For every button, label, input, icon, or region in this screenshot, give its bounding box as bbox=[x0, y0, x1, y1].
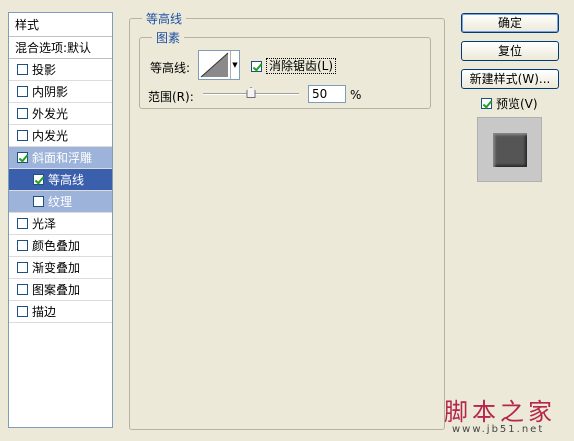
styles-list: 样式 混合选项:默认 投影 内阴影 外发光 内发光 斜面和浮雕 等高线 纹理 光… bbox=[8, 12, 113, 428]
style-item-inner-shadow[interactable]: 内阴影 bbox=[9, 81, 112, 103]
contour-checkbox[interactable] bbox=[33, 174, 44, 185]
style-item-texture[interactable]: 纹理 bbox=[9, 191, 112, 213]
style-item-label: 纹理 bbox=[48, 194, 73, 209]
style-item-stroke[interactable]: 描边 bbox=[9, 301, 112, 323]
outer-glow-checkbox[interactable] bbox=[17, 108, 28, 119]
style-item-label: 光泽 bbox=[32, 216, 57, 231]
antialias-label: 消除锯齿(L) bbox=[266, 58, 337, 74]
style-item-label: 渐变叠加 bbox=[32, 260, 81, 275]
style-item-label: 颜色叠加 bbox=[32, 238, 81, 253]
elements-group-title: 图素 bbox=[152, 29, 185, 46]
texture-checkbox[interactable] bbox=[33, 196, 44, 207]
range-slider[interactable] bbox=[203, 87, 299, 98]
style-item-label: 内发光 bbox=[32, 128, 69, 143]
style-item-label: 内阴影 bbox=[32, 84, 69, 99]
preview-option[interactable]: 预览(V) bbox=[481, 95, 538, 112]
pattern-overlay-checkbox[interactable] bbox=[17, 284, 28, 295]
style-item-pattern-overlay[interactable]: 图案叠加 bbox=[9, 279, 112, 301]
gradient-overlay-checkbox[interactable] bbox=[17, 262, 28, 273]
style-item-label: 斜面和浮雕 bbox=[32, 150, 93, 165]
contour-picker[interactable]: ▼ bbox=[198, 50, 240, 80]
preview-checkbox[interactable] bbox=[481, 98, 492, 109]
style-item-outer-glow[interactable]: 外发光 bbox=[9, 103, 112, 125]
inner-glow-checkbox[interactable] bbox=[17, 130, 28, 141]
inner-shadow-checkbox[interactable] bbox=[17, 86, 28, 97]
antialias-checkbox[interactable] bbox=[251, 60, 262, 72]
antialias-option[interactable]: 消除锯齿(L) bbox=[251, 58, 337, 74]
style-item-gradient-overlay[interactable]: 渐变叠加 bbox=[9, 257, 112, 279]
style-item-label: 图案叠加 bbox=[32, 282, 81, 297]
style-item-inner-glow[interactable]: 内发光 bbox=[9, 125, 112, 147]
range-unit: % bbox=[350, 88, 362, 102]
style-item-label: 外发光 bbox=[32, 106, 69, 121]
blend-options-item[interactable]: 混合选项:默认 bbox=[9, 37, 112, 59]
styles-header[interactable]: 样式 bbox=[9, 13, 112, 37]
style-item-label: 等高线 bbox=[48, 172, 85, 187]
color-overlay-checkbox[interactable] bbox=[17, 240, 28, 251]
style-item-contour[interactable]: 等高线 bbox=[9, 169, 112, 191]
range-input[interactable]: 50 bbox=[308, 85, 346, 103]
satin-checkbox[interactable] bbox=[17, 218, 28, 229]
watermark-url: www.jb51.net bbox=[452, 424, 545, 435]
contour-curve-icon[interactable] bbox=[199, 51, 230, 79]
drop-shadow-checkbox[interactable] bbox=[17, 64, 28, 75]
bevel-emboss-checkbox[interactable] bbox=[17, 152, 28, 163]
preview-label: 预览(V) bbox=[496, 97, 538, 111]
preview-swatch bbox=[492, 132, 527, 167]
new-style-button[interactable]: 新建样式(W)... bbox=[461, 69, 559, 89]
style-item-label: 投影 bbox=[32, 62, 57, 77]
watermark-logo: 脚本之家 bbox=[444, 398, 556, 426]
stroke-checkbox[interactable] bbox=[17, 306, 28, 317]
style-item-color-overlay[interactable]: 颜色叠加 bbox=[9, 235, 112, 257]
reset-button[interactable]: 复位 bbox=[461, 41, 559, 61]
chevron-down-icon[interactable]: ▼ bbox=[230, 51, 239, 79]
contour-label: 等高线: bbox=[150, 61, 191, 75]
style-item-drop-shadow[interactable]: 投影 bbox=[9, 59, 112, 81]
style-item-label: 描边 bbox=[32, 304, 57, 319]
ok-button[interactable]: 确定 bbox=[461, 13, 559, 33]
range-label: 范围(R): bbox=[148, 90, 194, 104]
style-item-satin[interactable]: 光泽 bbox=[9, 213, 112, 235]
contour-group-title: 等高线 bbox=[142, 10, 187, 27]
style-preview bbox=[477, 117, 542, 182]
style-item-bevel-emboss[interactable]: 斜面和浮雕 bbox=[9, 147, 112, 169]
